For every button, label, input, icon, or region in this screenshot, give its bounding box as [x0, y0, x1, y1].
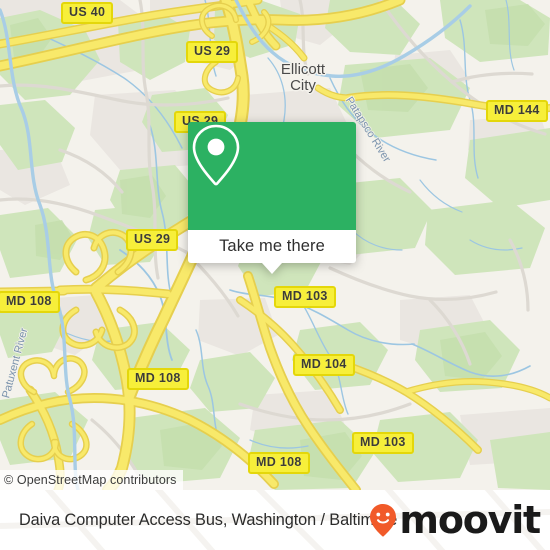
shield-us-40[interactable]: US 40: [61, 2, 114, 24]
moovit-map-screenshot: Ellicott City Patapsco River Patuxent Ri…: [0, 0, 550, 550]
shield-md-104[interactable]: MD 104: [293, 354, 355, 376]
shield-md-103-upper[interactable]: MD 103: [274, 286, 336, 308]
moovit-pin-icon: [370, 504, 397, 537]
take-me-there-callout[interactable]: Take me there: [188, 122, 356, 274]
callout-tail: [262, 263, 282, 274]
footer-bar: Daiva Computer Access Bus, Washington / …: [0, 490, 550, 550]
moovit-wordmark: moovit: [399, 498, 541, 542]
shield-md-108-left[interactable]: MD 108: [0, 291, 60, 313]
page-title: Daiva Computer Access Bus, Washington / …: [19, 510, 398, 529]
shield-md-108-bottom[interactable]: MD 108: [248, 452, 310, 474]
callout-label: Take me there: [219, 237, 325, 255]
map-pin-icon: [192, 124, 240, 186]
map-canvas[interactable]: Ellicott City Patapsco River Patuxent Ri…: [0, 0, 550, 490]
map-attribution[interactable]: © OpenStreetMap contributors: [0, 470, 183, 490]
shield-md-108-mid[interactable]: MD 108: [127, 368, 189, 390]
place-label-ellicott-city: Ellicott City: [280, 61, 326, 94]
shield-md-144[interactable]: MD 144: [486, 100, 548, 122]
callout-image-area: [188, 122, 356, 230]
callout-action-bar[interactable]: Take me there: [188, 230, 356, 274]
shield-us-29-low[interactable]: US 29: [126, 229, 179, 251]
shield-us-29-top[interactable]: US 29: [186, 41, 239, 63]
shield-md-103-lower[interactable]: MD 103: [352, 432, 414, 454]
moovit-logo[interactable]: moovit: [368, 490, 541, 550]
